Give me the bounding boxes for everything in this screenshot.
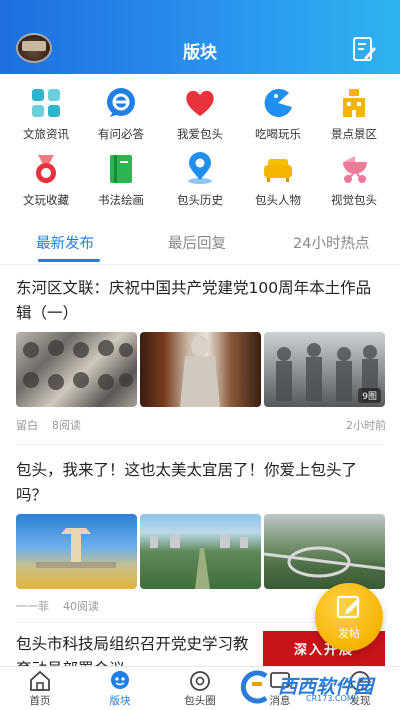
- category-label: 我爱包头: [177, 127, 223, 141]
- home-icon: [30, 670, 50, 691]
- tab-active-indicator: [38, 259, 100, 262]
- post-image[interactable]: [140, 332, 261, 407]
- category-jingdian[interactable]: 景点景区: [316, 86, 392, 142]
- category-label: 文旅资讯: [23, 127, 69, 141]
- nav-home[interactable]: 首页: [5, 670, 75, 708]
- category-wenlv[interactable]: 文旅资讯: [8, 86, 84, 142]
- post-time: 2小时前: [346, 419, 386, 432]
- post-author[interactable]: 留白: [16, 419, 38, 432]
- post-title[interactable]: 东河区文联：庆祝中国共产党建党100周年本土作品辑（一）: [16, 276, 386, 326]
- nav-label: 首页: [29, 695, 51, 707]
- post-image[interactable]: [264, 514, 385, 589]
- heart-icon: [186, 90, 214, 116]
- city-aerial-image: [150, 534, 248, 589]
- grid-apps-icon: [32, 89, 60, 117]
- nav-circle[interactable]: 包头圈: [165, 670, 235, 708]
- new-post-button[interactable]: 发帖: [315, 583, 383, 651]
- feed-tabs: 最新发布 最后回复 24小时热点: [0, 228, 400, 264]
- category-label: 包头人物: [255, 193, 301, 207]
- category-youwen[interactable]: 有问必答: [83, 86, 159, 142]
- portrait-grid-image: [23, 340, 133, 390]
- post-author[interactable]: 一一菲: [16, 600, 49, 613]
- post-reads: 40阅读: [63, 600, 99, 613]
- category-chihe[interactable]: 吃喝玩乐: [240, 86, 316, 142]
- sofa-icon: [264, 159, 292, 182]
- new-post-label: 发帖: [338, 627, 360, 640]
- category-woai[interactable]: 我爱包头: [162, 86, 238, 142]
- category-label: 视觉包头: [331, 193, 377, 207]
- post-separator: [16, 444, 384, 445]
- divider: [0, 264, 400, 265]
- monument-image: [36, 528, 116, 568]
- medal-icon: [36, 155, 56, 183]
- image-count-badge: 9图: [358, 388, 381, 403]
- forum-icon: [111, 671, 129, 689]
- circle-icon: [190, 671, 210, 691]
- post-meta: 留白 8阅读 2小时前: [16, 417, 386, 433]
- chat-e-icon: [107, 88, 135, 117]
- category-renwu[interactable]: 包头人物: [240, 152, 316, 208]
- building-icon: [343, 89, 365, 117]
- category-lishi[interactable]: 包头历史: [162, 152, 238, 208]
- watermark-logo-icon: [240, 670, 268, 704]
- post-image[interactable]: [16, 332, 137, 407]
- tab-last-reply[interactable]: 最后回复: [168, 232, 226, 253]
- watermark-url: CR173.COM: [306, 694, 354, 703]
- post-images[interactable]: 9图: [16, 332, 386, 407]
- category-label: 文玩收藏: [23, 193, 69, 207]
- nav-label: 版块: [109, 695, 131, 707]
- tab-24h-hot[interactable]: 24小时热点: [293, 232, 369, 253]
- location-pin-icon: [188, 152, 212, 184]
- post-image[interactable]: [16, 514, 137, 589]
- category-label: 包头历史: [177, 193, 223, 207]
- tab-latest[interactable]: 最新发布: [36, 232, 94, 253]
- pacman-icon: [264, 88, 292, 117]
- post-images[interactable]: [16, 514, 386, 589]
- post-reads: 8阅读: [52, 419, 81, 432]
- category-shijue[interactable]: 视觉包头: [316, 152, 392, 208]
- category-wenwan[interactable]: 文玩收藏: [8, 152, 84, 208]
- category-label: 有问必答: [98, 127, 144, 141]
- category-label: 景点景区: [331, 127, 377, 141]
- book-icon: [110, 155, 132, 183]
- nav-label: 包头圈: [184, 695, 216, 707]
- category-shufa[interactable]: 书法绘画: [83, 152, 159, 208]
- post-image[interactable]: [140, 514, 261, 589]
- category-label: 书法绘画: [98, 193, 144, 207]
- stroller-icon: [343, 156, 367, 183]
- page-title: 版块: [183, 43, 217, 63]
- compose-icon: [336, 595, 360, 619]
- interchange-aerial-image: [264, 546, 385, 578]
- figure-statue-image: [180, 336, 220, 407]
- nav-forum[interactable]: 版块: [85, 670, 155, 708]
- top-header: 版块: [0, 0, 400, 74]
- category-label: 吃喝玩乐: [255, 127, 301, 141]
- edit-icon[interactable]: [351, 36, 377, 62]
- post-image[interactable]: 9图: [264, 332, 385, 407]
- post-title[interactable]: 包头，我来了！这也太美太宜居了！你爱上包头了吗？: [16, 458, 386, 508]
- watermark: 西西软件园 CR173.COM: [236, 670, 396, 704]
